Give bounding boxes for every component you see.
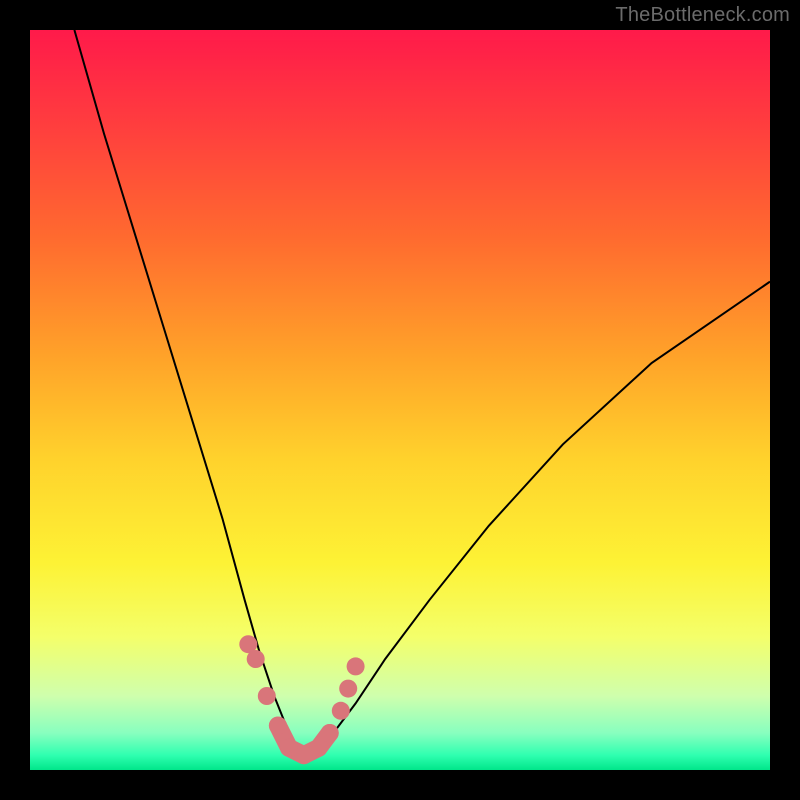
marker-dot bbox=[247, 650, 265, 668]
marker-dot bbox=[310, 739, 328, 757]
marker-dot bbox=[347, 657, 365, 675]
marker-dot bbox=[332, 702, 350, 720]
marker-dot bbox=[339, 680, 357, 698]
right-curve bbox=[304, 282, 770, 756]
left-curve bbox=[74, 30, 303, 755]
marker-dot bbox=[269, 717, 287, 735]
curve-layer bbox=[30, 30, 770, 770]
chart-frame: TheBottleneck.com bbox=[0, 0, 800, 800]
marker-dot bbox=[321, 724, 339, 742]
marker-dot bbox=[258, 687, 276, 705]
plot-area bbox=[30, 30, 770, 770]
watermark-text: TheBottleneck.com bbox=[615, 4, 790, 27]
